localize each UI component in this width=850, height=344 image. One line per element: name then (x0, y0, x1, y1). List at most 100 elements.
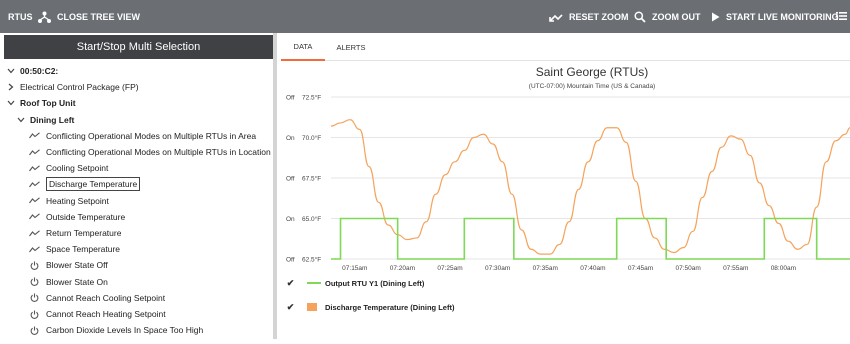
zoom-out-label: ZOOM OUT (652, 11, 701, 22)
y-tick-state: Off (286, 257, 295, 264)
tree-item-label: Outside Temperature (46, 211, 126, 222)
chart-panel: DATA ALERTS Saint George (RTUs) (UTC-07:0… (281, 33, 850, 339)
tree-panel: Start/Stop Multi Selection 00:50:C2: Elec… (0, 33, 277, 339)
y-tick-state: Off (286, 176, 295, 183)
close-tree-view-button[interactable]: CLOSE TREE VIEW (38, 0, 140, 33)
tree-item[interactable]: Conflicting Operational Modes on Multipl… (28, 128, 256, 144)
tree-item[interactable]: Cannot Reach Heating Setpoint (28, 306, 166, 322)
tree-item[interactable]: Cooling Setpoint (28, 160, 108, 176)
chevron-down-icon[interactable] (16, 117, 26, 123)
trend-icon (28, 246, 40, 253)
x-tick-label: 07:55am (723, 265, 748, 272)
trend-icon (28, 132, 40, 139)
chart-area: Saint George (RTUs) (UTC-07:00) Mountain … (281, 61, 850, 339)
tree-item-label: Roof Top Unit (20, 98, 76, 109)
trend-icon (28, 213, 40, 220)
tree-icon (38, 11, 51, 23)
tree-item-label: Conflicting Operational Modes on Multipl… (46, 147, 271, 157)
tree-item-label: Discharge Temperature (46, 177, 141, 192)
tree-item[interactable]: Space Temperature (28, 241, 120, 257)
legend-item-output[interactable]: ✔ Output RTU Y1 (Dining Left) (286, 276, 425, 290)
power-icon (28, 277, 40, 287)
trend-icon (28, 165, 40, 172)
trend-icon (28, 181, 40, 188)
legend-item-discharge[interactable]: ✔ Discharge Temperature (Dining Left) (286, 300, 455, 314)
chart-title: Saint George (RTUs) (536, 65, 648, 79)
tree-item[interactable]: Dining Left (16, 112, 74, 128)
tree-item[interactable]: Blower State On (28, 274, 108, 290)
power-icon (28, 326, 40, 335)
tab-alerts[interactable]: ALERTS (329, 33, 373, 61)
tree-item[interactable]: Blower State Off (28, 257, 108, 273)
x-tick-label: 07:35am (533, 265, 558, 272)
trend-icon (28, 229, 40, 237)
x-tick-label: 07:15am (342, 265, 367, 272)
start-live-monitoring-label: START LIVE MONITORING (726, 11, 839, 22)
line-chart[interactable]: Saint George (RTUs) (UTC-07:00) Mountain … (281, 61, 850, 339)
tree-item[interactable]: Return Temperature (28, 225, 121, 241)
tree-item-label: Carbon Dioxide Levels In Space Too High (46, 325, 204, 336)
power-icon (28, 261, 40, 270)
y-tick-state: On (286, 216, 295, 223)
chart-subtitle: (UTC-07:00) Mountain Time (US & Canada) (529, 83, 655, 90)
close-tree-view-label: CLOSE TREE VIEW (57, 11, 141, 22)
tree-item-label: Blower State Off (46, 260, 108, 271)
tree-item[interactable]: Carbon Dioxide Levels In Space Too High (28, 322, 203, 338)
y-tick-state: Off (286, 95, 295, 102)
search-icon (634, 10, 646, 23)
y-tick-label: 67.5°F (302, 175, 321, 183)
zoom-out-button[interactable]: ZOOM OUT (634, 0, 701, 33)
play-icon (711, 12, 720, 22)
top-toolbar: RTUS CLOSE TREE VIEW RESET ZOOM ZOOM OUT… (0, 0, 850, 33)
chevron-down-icon[interactable] (6, 100, 16, 106)
chevron-right-icon[interactable] (6, 83, 16, 91)
y-tick-label: 65.0°F (302, 215, 321, 223)
tree-item[interactable]: Electrical Control Package (FP) (6, 79, 139, 95)
tab-data[interactable]: DATA (281, 33, 325, 61)
tree-item-label: Return Temperature (46, 228, 122, 238)
reset-zoom-icon (549, 12, 563, 22)
power-icon (28, 293, 40, 303)
start-live-monitoring-button[interactable]: START LIVE MONITORING (711, 0, 839, 33)
x-tick-label: 08:00am (771, 265, 796, 272)
tree-item-label: Heating Setpoint (46, 195, 109, 206)
series-line-discharge (330, 119, 850, 255)
legend-output-label: Output RTU Y1 (Dining Left) (325, 278, 425, 288)
checkbox-checked-icon[interactable]: ✔ (286, 278, 295, 288)
tree-item-label: Cooling Setpoint (46, 163, 109, 174)
legend-output-swatch (307, 282, 321, 284)
tree-item[interactable]: Outside Temperature (28, 209, 125, 225)
x-tick-label: 07:20am (390, 265, 415, 272)
reset-zoom-button[interactable]: RESET ZOOM (549, 0, 629, 33)
tree-item[interactable]: Heating Setpoint (28, 193, 109, 209)
power-icon (28, 310, 40, 319)
menu-button[interactable] (836, 0, 847, 33)
reset-zoom-label: RESET ZOOM (569, 11, 629, 22)
tree-item-label: Conflicting Operational Modes on Multipl… (46, 130, 257, 141)
y-tick-state: On (286, 135, 295, 142)
x-tick-label: 07:30am (485, 265, 510, 272)
chevron-down-icon[interactable] (6, 68, 16, 74)
tab-bar: DATA ALERTS (281, 33, 850, 61)
tree-item-label: Space Temperature (46, 244, 121, 255)
x-tick-label: 07:45am (628, 265, 653, 272)
tree-item-label: Cannot Reach Cooling Setpoint (46, 292, 166, 303)
tree-item[interactable]: Conflicting Operational Modes on Multipl… (28, 144, 271, 160)
tree-item[interactable]: Cannot Reach Cooling Setpoint (28, 290, 165, 306)
tree-item-label: 00:50:C2: (20, 66, 59, 76)
y-tick-label: 62.5°F (302, 256, 321, 264)
legend-discharge-label: Discharge Temperature (Dining Left) (325, 302, 455, 312)
legend-discharge-swatch (307, 303, 317, 311)
list-menu-icon (836, 11, 847, 23)
tree-item[interactable]: 00:50:C2: (6, 63, 58, 79)
multi-selection-button[interactable]: Start/Stop Multi Selection (4, 35, 273, 59)
y-tick-label: 70.0°F (302, 134, 321, 142)
tree-item-label: Dining Left (30, 114, 75, 125)
trend-icon (28, 148, 40, 156)
series-line-output (331, 217, 850, 260)
checkbox-checked-icon[interactable]: ✔ (286, 302, 295, 312)
tree-item[interactable]: Discharge Temperature (28, 176, 141, 192)
tree-item[interactable]: Roof Top Unit (6, 95, 76, 111)
x-tick-label: 07:40am (580, 265, 605, 272)
app-title: RTUS (8, 11, 33, 22)
